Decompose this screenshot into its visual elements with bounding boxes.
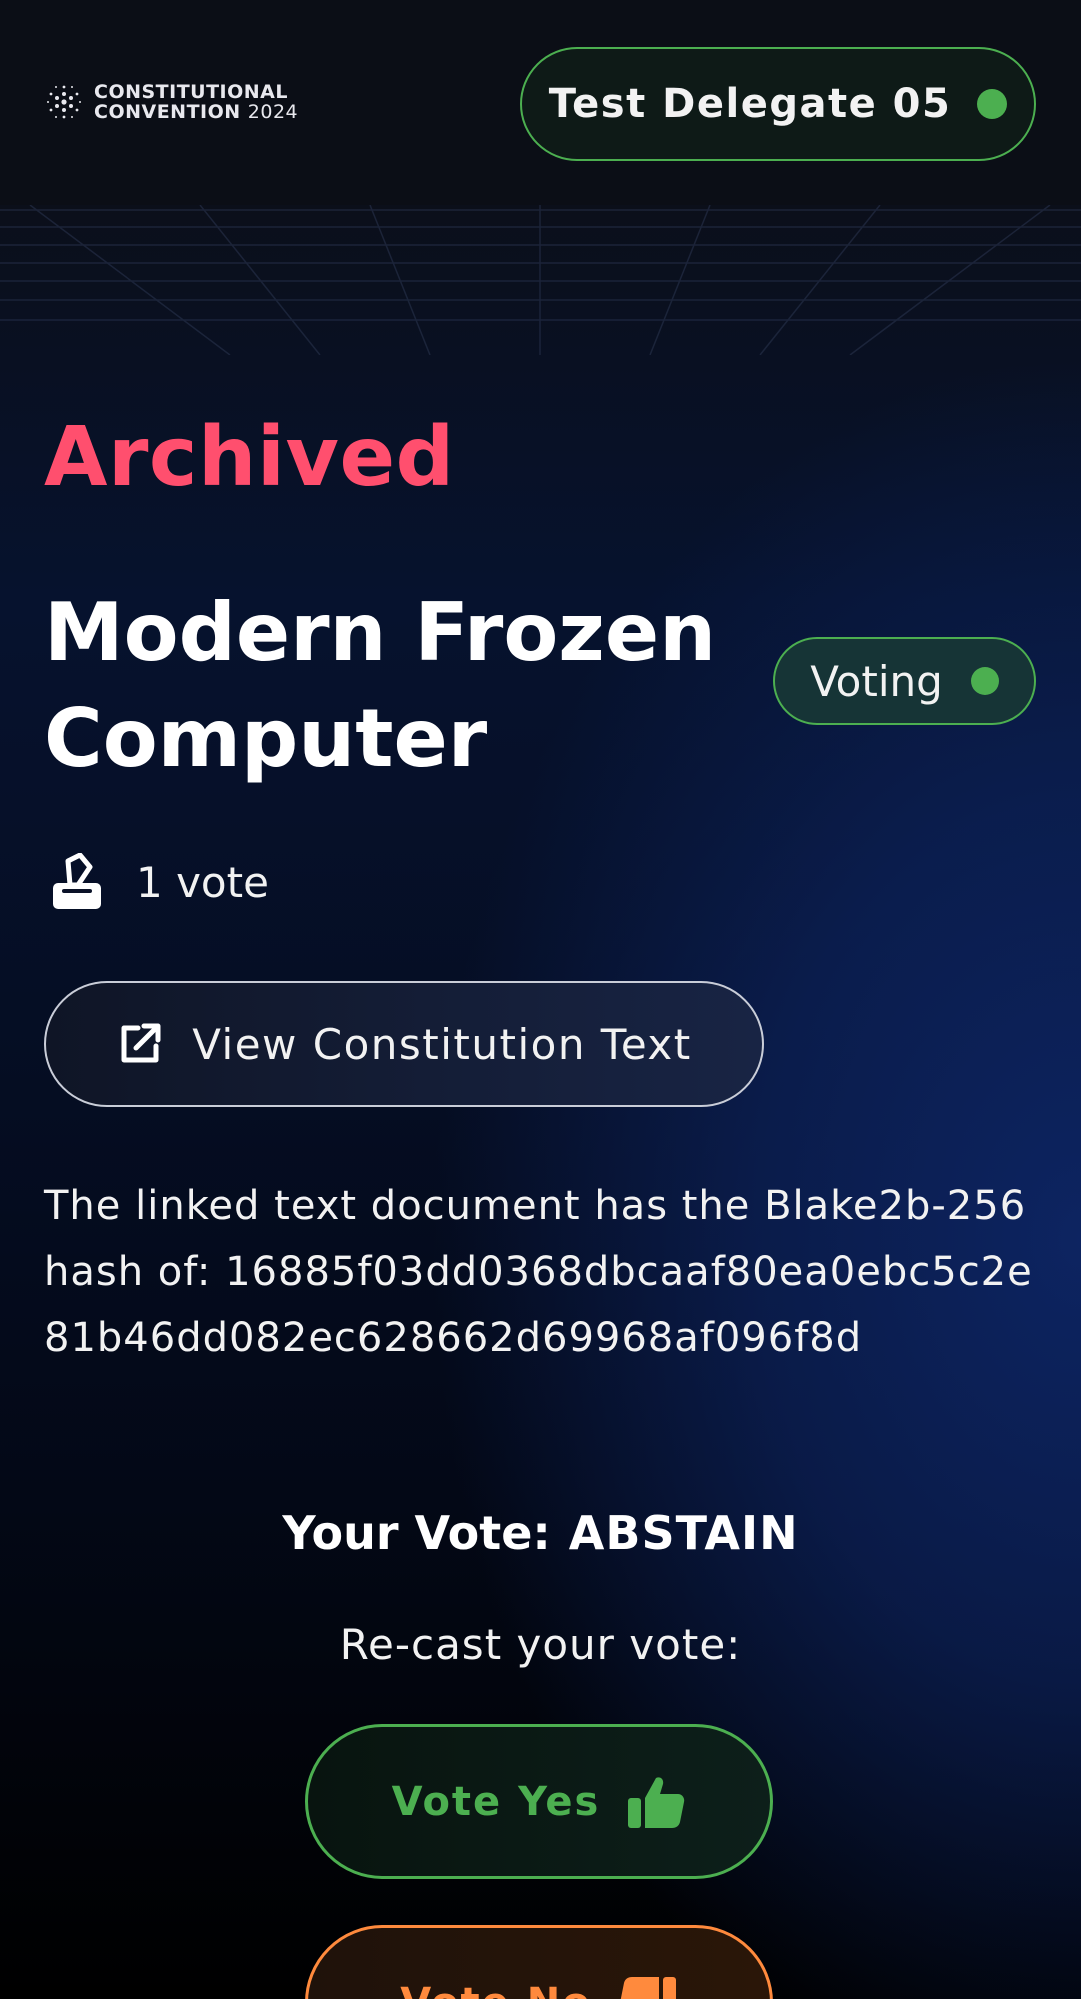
vote-count-label: 1 vote: [136, 857, 269, 907]
vote-yes-button[interactable]: Vote Yes: [305, 1724, 773, 1879]
recast-label: Re-cast your vote:: [339, 1620, 742, 1669]
vote-count: 1 vote: [50, 853, 269, 911]
thumbs-down-icon: [620, 1976, 676, 1999]
top-header: CONSTITUTIONAL CONVENTION 2024 Test Dele…: [0, 0, 1081, 205]
logo-text: CONSTITUTIONAL CONVENTION 2024: [94, 82, 298, 122]
vote-no-button[interactable]: Vote No: [305, 1925, 773, 1999]
your-vote-label: Your Vote:: [282, 1506, 551, 1560]
online-status-dot: [977, 89, 1008, 119]
logo-line1: CONSTITUTIONAL: [94, 81, 288, 103]
logo-line2: CONVENTION 2024: [94, 101, 299, 123]
view-constitution-label: View Constitution Text: [192, 1019, 692, 1069]
your-vote-value: ABSTAIN: [568, 1506, 799, 1560]
ballot-box-icon: [53, 853, 101, 909]
your-vote: Your Vote: ABSTAIN: [0, 1506, 1081, 1560]
phase-status-dot: [970, 667, 999, 695]
delegate-name: Test Delegate 05: [548, 81, 952, 127]
logo-year: 2024: [247, 101, 299, 123]
proposal-title: Modern Frozen Computer: [44, 586, 717, 785]
logo[interactable]: CONSTITUTIONAL CONVENTION 2024: [44, 80, 298, 124]
vote-no-label: Vote No: [400, 1980, 591, 1999]
phase-badge: Voting: [773, 637, 1036, 725]
delegate-account-button[interactable]: Test Delegate 05: [520, 47, 1036, 161]
thumbs-up-icon: [628, 1776, 685, 1828]
external-link-icon: [121, 1023, 161, 1063]
grid-decoration: [0, 205, 1081, 355]
proposal-status: Archived: [44, 410, 455, 505]
view-constitution-button[interactable]: View Constitution Text: [44, 981, 764, 1107]
phase-badge-label: Voting: [810, 656, 943, 706]
vote-yes-label: Vote Yes: [391, 1778, 601, 1825]
cardano-star-icon: [47, 85, 81, 119]
hash-description: The linked text document has the Blake2b…: [44, 1173, 1044, 1371]
